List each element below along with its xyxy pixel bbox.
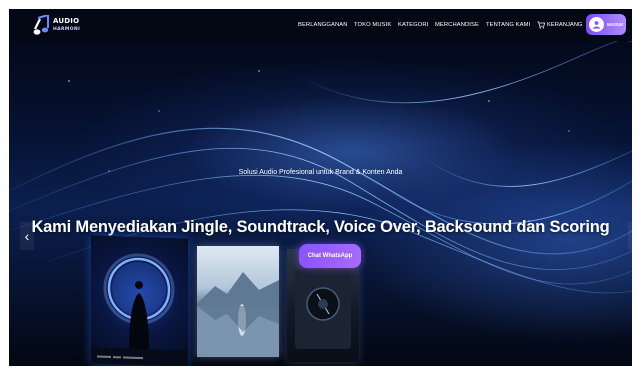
carousel-next-button[interactable]: ›: [628, 222, 632, 250]
music-note-icon: [33, 15, 49, 35]
portal-figure-image: [91, 253, 188, 366]
user-icon: [589, 17, 604, 32]
brand-logo[interactable]: AUDIO HARMONI: [33, 15, 93, 37]
nav-berlangganan[interactable]: BERLANGGANAN: [298, 22, 348, 28]
login-label: MASUK: [607, 22, 624, 27]
chevron-left-icon: ‹: [24, 228, 30, 244]
hero-card-mountain: [197, 246, 279, 357]
login-button[interactable]: MASUK: [586, 14, 626, 35]
carousel-prev-button[interactable]: ‹: [20, 222, 34, 250]
nav-tentang-kami[interactable]: TENTANG KAMI: [486, 22, 530, 28]
cart-icon: [537, 20, 545, 29]
chat-whatsapp-button[interactable]: Chat WhatsApp: [299, 244, 361, 268]
hero-card-portal: [91, 235, 188, 366]
cart-label: KERANJANG: [547, 21, 583, 28]
brand-name: AUDIO: [53, 17, 80, 25]
nav-kategori[interactable]: KATEGORI: [398, 22, 428, 28]
brand-subname: HARMONI: [53, 27, 81, 32]
nav-merchandise[interactable]: MERCHANDISE: [435, 22, 479, 28]
hero-subtitle: Solusi Audio Profesional untuk Brand & K…: [238, 169, 403, 176]
page-frame: AUDIO HARMONI BERLANGGANAN TOKO MUSIK KA…: [9, 9, 632, 366]
nav-toko-musik[interactable]: TOKO MUSIK: [354, 22, 391, 28]
top-navbar: AUDIO HARMONI BERLANGGANAN TOKO MUSIK KA…: [9, 9, 632, 41]
cart-link[interactable]: KERANJANG: [537, 20, 582, 29]
hero-headline: Kami Menyediakan Jingle, Soundtrack, Voi…: [31, 218, 610, 236]
mountain-lake-image: [197, 272, 279, 357]
